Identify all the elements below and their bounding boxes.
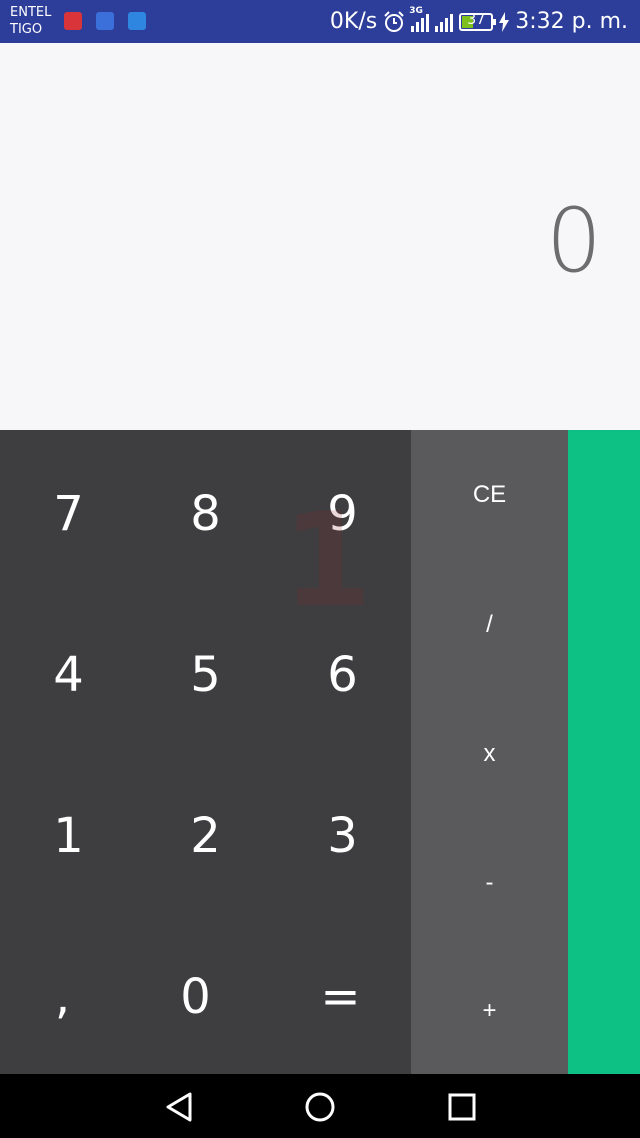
- clock: 3:32 p. m.: [515, 9, 628, 34]
- alarm-icon: [384, 10, 404, 32]
- digit-3-key[interactable]: 3: [274, 755, 411, 916]
- digit-2-key[interactable]: 2: [137, 755, 274, 916]
- carrier-line-2: TIGO: [10, 22, 43, 37]
- digit-9-key[interactable]: 9: [274, 433, 411, 594]
- recents-button[interactable]: [445, 1090, 479, 1124]
- battery-icon: 37: [459, 11, 497, 31]
- charging-icon: [499, 11, 510, 32]
- clear-entry-key[interactable]: CE: [411, 430, 568, 559]
- digit-8-key[interactable]: 8: [137, 433, 274, 594]
- advanced-panel-tab[interactable]: [568, 430, 640, 1074]
- screen-recorder-icon: [64, 12, 82, 30]
- usb-icon: [128, 12, 146, 30]
- signal-icon: [435, 12, 454, 32]
- data-transfer-icon: [96, 12, 114, 30]
- recents-icon: [448, 1093, 476, 1121]
- signal-3g-icon: 3G: [409, 6, 430, 32]
- carrier-line-1: ENTEL: [10, 5, 52, 20]
- result-display: 0: [0, 43, 640, 430]
- subtract-key[interactable]: -: [411, 818, 568, 947]
- digit-0-key[interactable]: 0: [127, 916, 264, 1077]
- navigation-bar: [0, 1074, 640, 1138]
- equals-key[interactable]: =: [272, 916, 409, 1077]
- back-icon: [166, 1092, 192, 1122]
- back-button[interactable]: [162, 1090, 196, 1124]
- result-value: 0: [546, 189, 602, 292]
- multiply-key[interactable]: x: [411, 689, 568, 818]
- operator-panel: CE / x - +: [411, 430, 568, 1074]
- home-button[interactable]: [303, 1090, 337, 1124]
- add-key[interactable]: +: [411, 946, 568, 1075]
- status-bar: ENTEL TIGO 0K/s 3G 37 3:32 p. m.: [0, 0, 640, 43]
- digit-1-key[interactable]: 1: [0, 755, 137, 916]
- digit-7-key[interactable]: 7: [0, 433, 137, 594]
- carrier-label: ENTEL TIGO: [10, 4, 51, 38]
- digit-6-key[interactable]: 6: [274, 594, 411, 755]
- digit-5-key[interactable]: 5: [137, 594, 274, 755]
- battery-level: 37: [467, 11, 486, 28]
- digit-4-key[interactable]: 4: [0, 594, 137, 755]
- status-right: 0K/s 3G 37 3:32 p. m.: [329, 6, 628, 35]
- number-pad: 7 8 9 4 5 6 1 2 3, 0 =: [0, 430, 411, 1074]
- network-type: 3G: [409, 5, 423, 16]
- comma-key[interactable]: ,: [0, 916, 131, 1077]
- network-speed: 0K/s: [329, 9, 378, 34]
- divide-key[interactable]: /: [411, 560, 568, 689]
- home-icon: [305, 1092, 335, 1122]
